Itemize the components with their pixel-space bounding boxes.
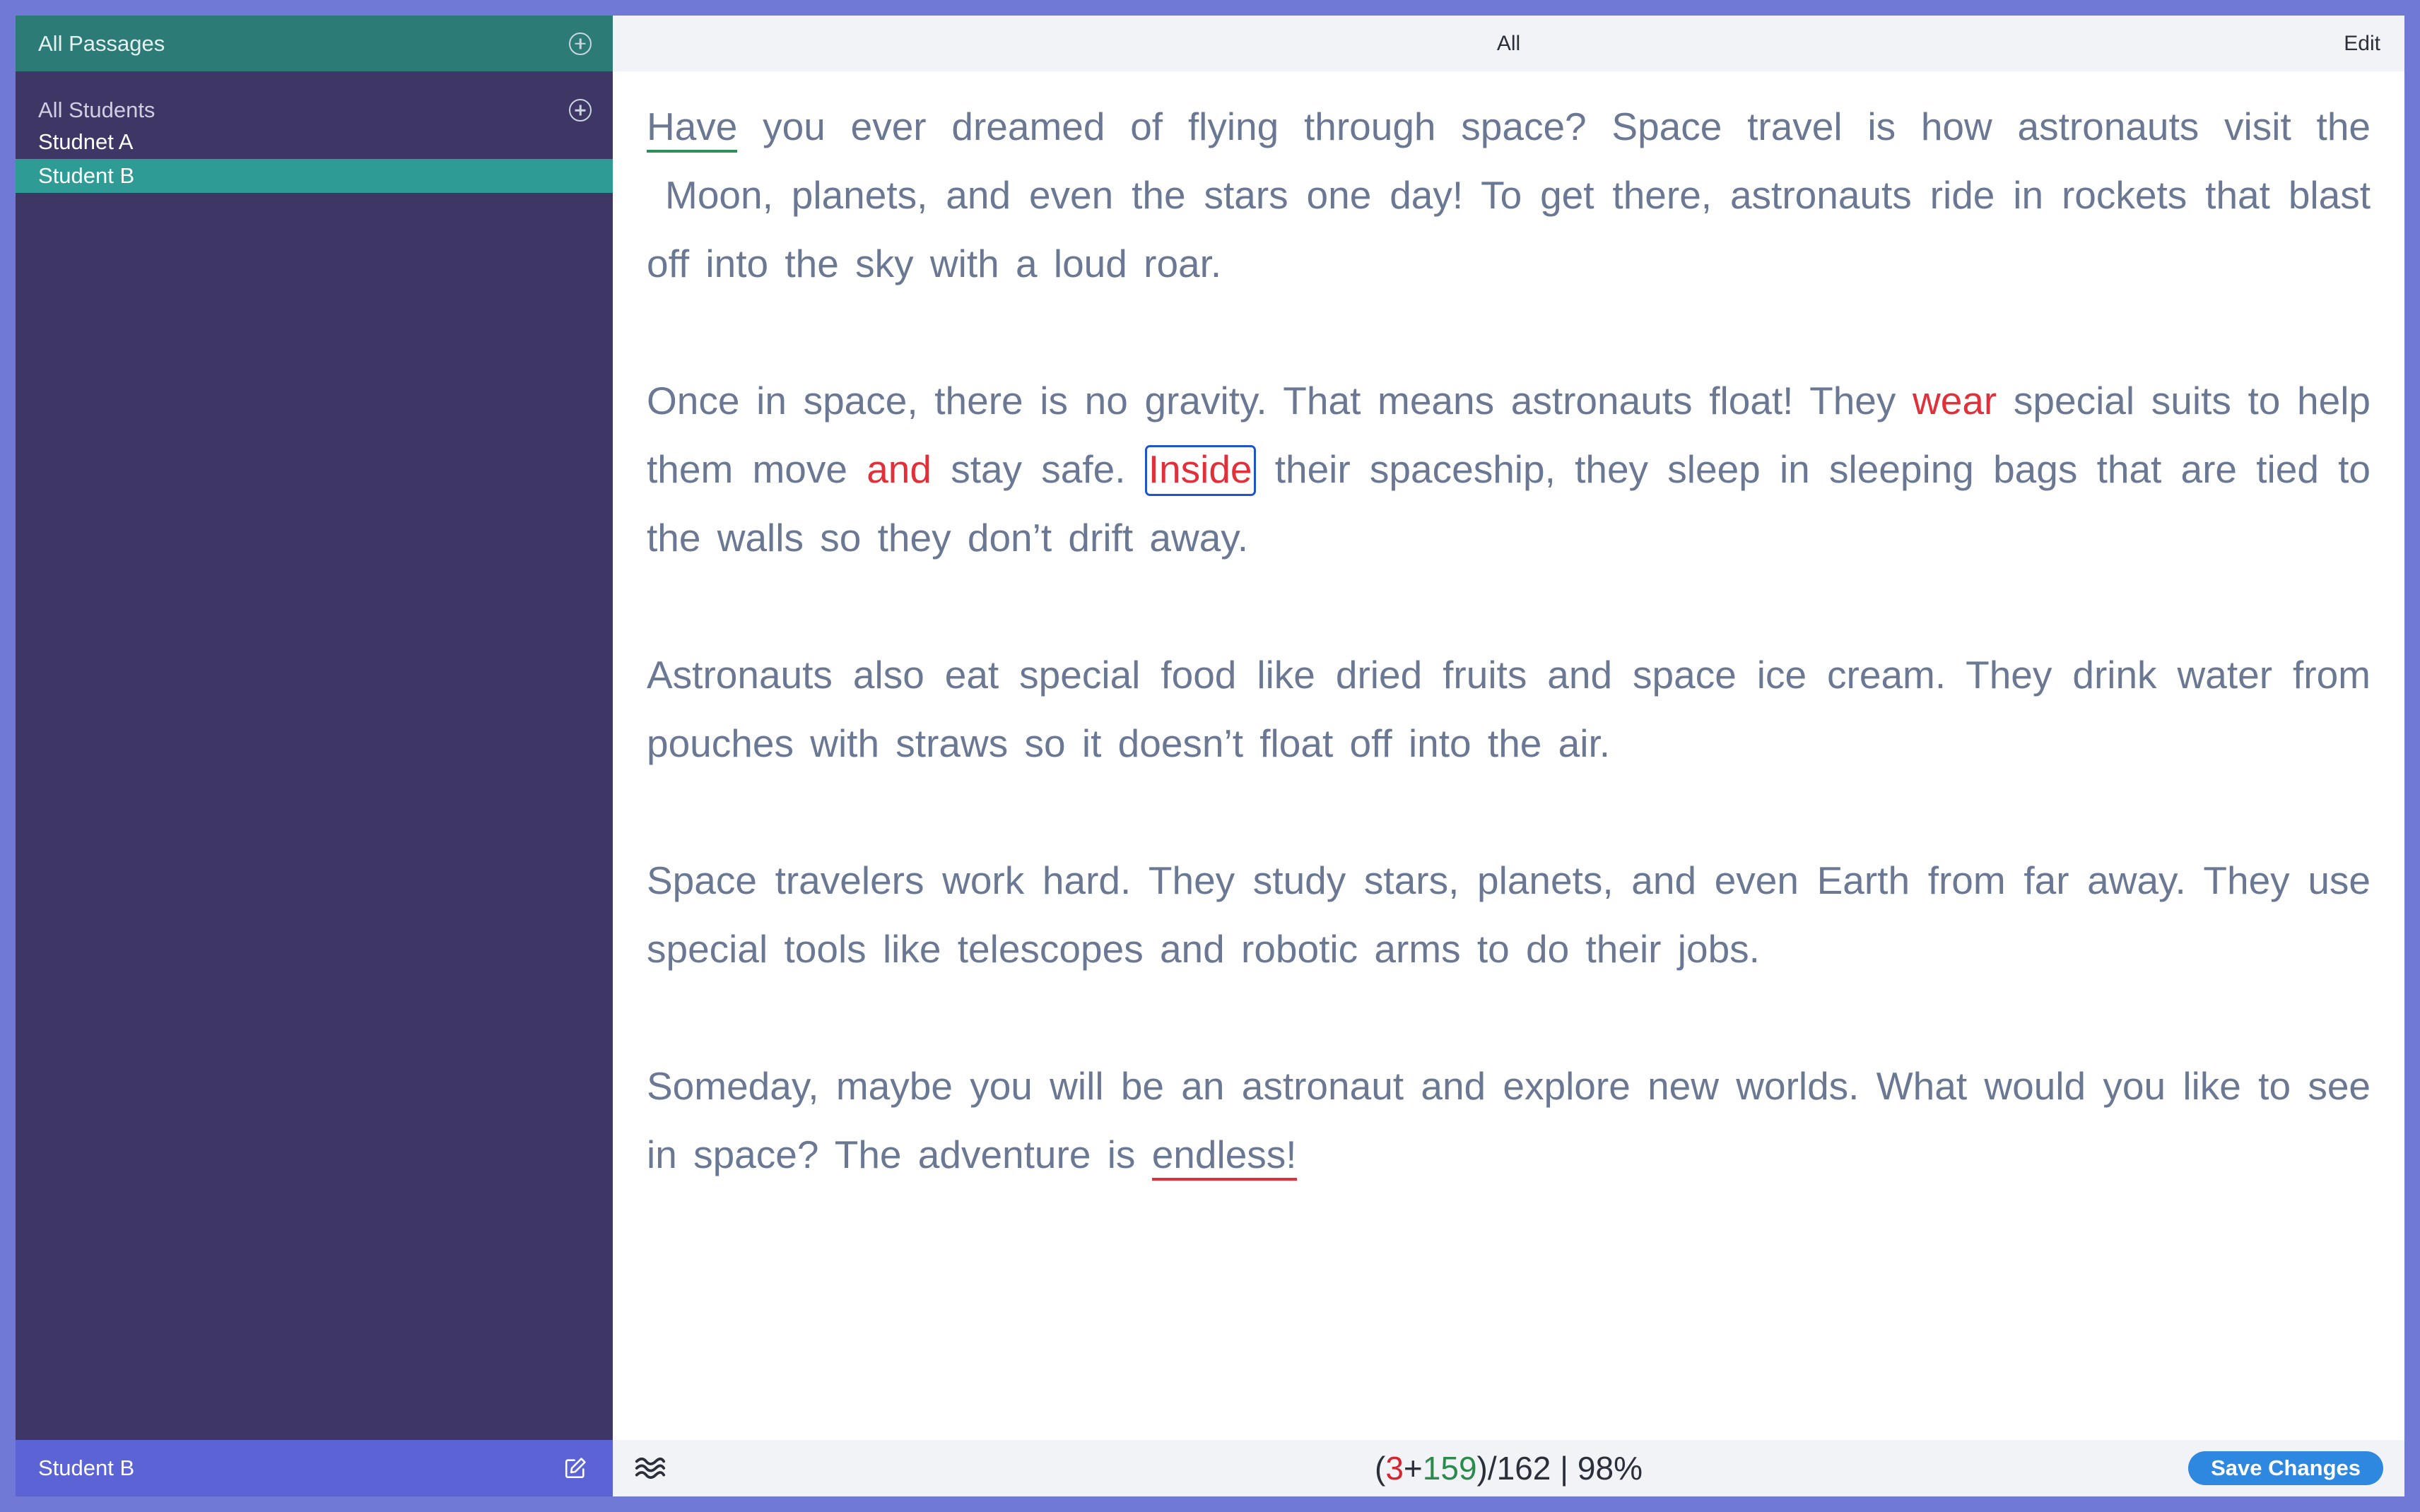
paragraph-2: Once in space, there is no gravity. That… xyxy=(647,367,2371,572)
score-total-percent: )/162 | 98% xyxy=(1476,1450,1643,1487)
word-wear[interactable]: wear xyxy=(1913,379,1997,423)
add-passage-icon[interactable] xyxy=(569,32,592,55)
paragraph-1-line-2: Moon, planets, and even the stars one da… xyxy=(665,173,2270,217)
sidebar-item-student-a[interactable]: Studnet A xyxy=(16,125,613,159)
word-have[interactable]: Have xyxy=(647,105,738,153)
correct-count: 159 xyxy=(1422,1450,1477,1487)
edit-button[interactable]: Edit xyxy=(2344,32,2380,56)
word-inside[interactable]: Inside xyxy=(1144,445,1256,496)
word-endless[interactable]: endless! xyxy=(1151,1133,1297,1181)
paragraph-2-part-c: stay safe. xyxy=(951,447,1126,491)
edit-student-icon[interactable] xyxy=(563,1456,587,1480)
error-count: 3 xyxy=(1385,1450,1404,1487)
student-label: Student B xyxy=(38,163,135,188)
main-header: All Edit xyxy=(613,16,2404,71)
paragraph-3: Astronauts also eat special food like dr… xyxy=(647,653,2371,765)
all-students-header[interactable]: All Students xyxy=(16,95,613,125)
sidebar-footer: Student B xyxy=(16,1440,613,1496)
paragraph-1-line-1: you ever dreamed of flying through space… xyxy=(763,105,2371,148)
accuracy-score: (3+159)/162 | 98% xyxy=(1375,1449,1643,1487)
paragraph-2-part-a: Once in space, there is no gravity. That… xyxy=(647,379,1896,423)
word-and[interactable]: and xyxy=(867,447,932,491)
score-plus: + xyxy=(1403,1450,1423,1487)
paragraph-4: Space travelers work hard. They study st… xyxy=(647,858,2371,971)
save-changes-button[interactable]: Save Changes xyxy=(2188,1451,2383,1485)
sidebar-item-student-b[interactable]: Student B xyxy=(16,159,613,193)
paragraph-5-part-a: Someday, maybe you will be an astronaut … xyxy=(647,1064,2371,1176)
all-passages-title: All Passages xyxy=(38,30,165,56)
status-bar: (3+159)/162 | 98% Save Changes xyxy=(613,1440,2404,1496)
student-list: Studnet A Student B xyxy=(16,125,613,193)
waveform-icon[interactable] xyxy=(634,1454,666,1482)
all-students-title: All Students xyxy=(38,98,155,122)
main-panel: All Edit Have you ever dreamed of flying… xyxy=(613,16,2404,1496)
add-student-icon[interactable] xyxy=(569,99,592,122)
sidebar: All Passages All Students Studnet A Stud… xyxy=(16,16,613,1496)
page-title: All xyxy=(1496,31,1521,55)
app-window: All Passages All Students Studnet A Stud… xyxy=(16,16,2404,1496)
score-open-paren: ( xyxy=(1375,1450,1386,1487)
paragraph-5: Someday, maybe you will be an astronaut … xyxy=(647,1052,2371,1189)
current-student-label: Student B xyxy=(38,1455,135,1480)
student-label: Studnet A xyxy=(38,129,134,154)
passage-text: Have you ever dreamed of flying through … xyxy=(613,71,2404,1440)
all-passages-header[interactable]: All Passages xyxy=(16,16,613,71)
paragraph-1: Have you ever dreamed of flying through … xyxy=(647,93,2371,298)
